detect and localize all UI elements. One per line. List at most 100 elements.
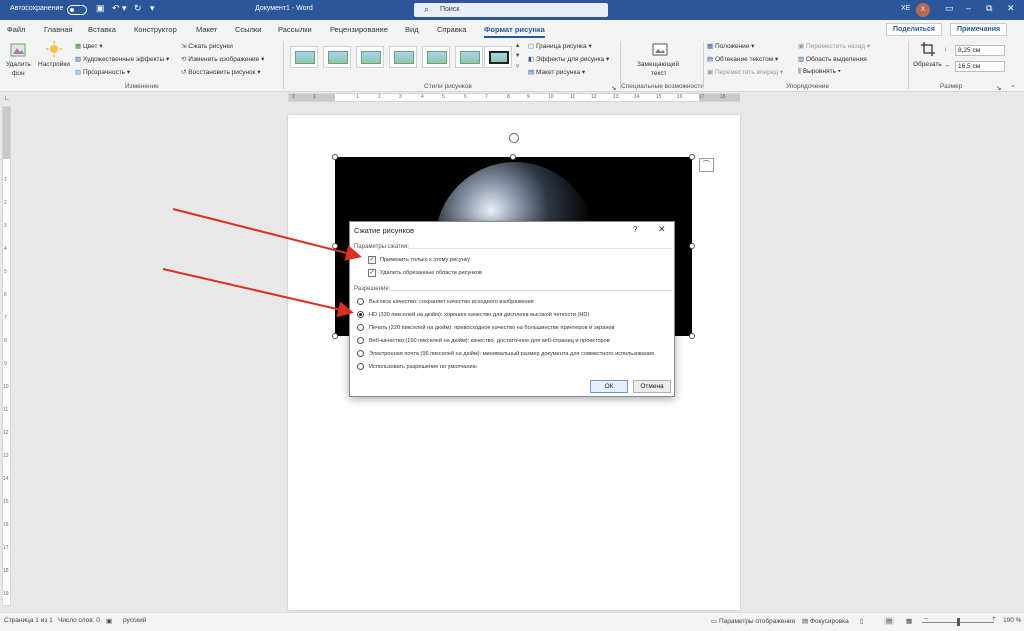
save-icon[interactable]: ▣: [96, 3, 105, 14]
position-button[interactable]: ▦ Положение ▾: [707, 42, 754, 50]
page-count[interactable]: Страница 1 из 1: [4, 617, 53, 624]
resolution-web-label[interactable]: Веб-качество (150 пикселей на дюйм): кач…: [369, 338, 610, 344]
crop-button[interactable]: Обрезать: [913, 61, 942, 68]
delete-cropped-label[interactable]: Удалить обрезанные области рисунков: [380, 270, 482, 276]
close-window-icon[interactable]: ✕: [1007, 3, 1015, 14]
picture-style-5[interactable]: [422, 46, 450, 68]
styles-scroll-up-icon[interactable]: ▴: [516, 41, 519, 49]
ok-button[interactable]: ОК: [590, 380, 628, 393]
close-icon[interactable]: ✕: [658, 224, 666, 235]
delete-cropped-checkbox[interactable]: ✓: [368, 269, 376, 277]
styles-launcher-icon[interactable]: ↘: [611, 84, 616, 92]
send-backward-button[interactable]: ▣ Переместить назад ▾: [798, 42, 870, 50]
resize-handle[interactable]: [332, 333, 338, 339]
selection-pane-button[interactable]: ▥ Область выделения: [798, 55, 867, 63]
tab-picture-format[interactable]: Формат рисунка: [484, 25, 545, 38]
vertical-ruler[interactable]: 1 2 3 4 5 6 7 8 9 10 11 12 13 14 15 16 1…: [2, 106, 11, 606]
wrap-text-button[interactable]: ▤ Обтекание текстом ▾: [707, 55, 778, 63]
comments-button[interactable]: Примечания: [950, 23, 1008, 36]
picture-style-7[interactable]: [484, 46, 512, 68]
user-initials[interactable]: ХЕ: [901, 5, 910, 12]
bring-forward-button[interactable]: ▣ Переместить вперед ▾: [707, 68, 783, 76]
picture-style-1[interactable]: [290, 46, 318, 68]
layout-options-icon[interactable]: ⌒: [699, 158, 714, 172]
resolution-print-label[interactable]: Печать (220 пикселей на дюйм): превосход…: [369, 325, 615, 331]
ribbon-display-icon[interactable]: ▭: [945, 3, 954, 14]
picture-style-3[interactable]: [356, 46, 384, 68]
apply-only-label[interactable]: Применить только к этому рисунку: [380, 257, 470, 263]
resolution-email-label[interactable]: Электронная почта (96 пикселей на дюйм):…: [369, 351, 654, 357]
resolution-default-radio[interactable]: [357, 363, 364, 370]
resolution-hd-radio[interactable]: [357, 311, 364, 318]
tab-view[interactable]: Вид: [405, 25, 419, 34]
change-picture-button[interactable]: ⟲ Изменить изображение ▾: [181, 55, 264, 63]
tab-insert[interactable]: Вставка: [88, 25, 116, 34]
redo-icon[interactable]: ↻: [134, 3, 142, 14]
align-button[interactable]: ⫼ Выровнять ▾: [798, 68, 841, 76]
resize-handle[interactable]: [332, 154, 338, 160]
transparency-button[interactable]: ▨ Прозрачность ▾: [75, 68, 130, 76]
width-field[interactable]: 16,5 см: [955, 61, 1005, 72]
tab-mailings[interactable]: Рассылки: [278, 25, 312, 34]
height-field[interactable]: 8,25 см: [955, 45, 1005, 56]
picture-border-button[interactable]: ▢ Граница рисунка ▾: [528, 42, 592, 50]
color-button[interactable]: ▦ Цвет ▾: [75, 42, 103, 50]
picture-effects-button[interactable]: ◧ Эффекты для рисунка ▾: [528, 55, 609, 63]
zoom-out-icon[interactable]: –: [924, 615, 928, 622]
remove-background-button[interactable]: Удалить: [6, 61, 31, 68]
focus-button[interactable]: ▤ Фокусировка: [802, 617, 849, 625]
reset-picture-button[interactable]: ↺ Восстановить рисунок ▾: [181, 68, 261, 76]
customize-qat-icon[interactable]: ▾: [150, 3, 155, 14]
zoom-level[interactable]: 100 %: [1003, 617, 1021, 624]
resize-handle[interactable]: [689, 243, 695, 249]
tab-selector-icon[interactable]: ∟: [4, 95, 10, 102]
display-settings-button[interactable]: ▭ Параметры отображения: [711, 617, 795, 625]
tab-help[interactable]: Справка: [437, 25, 466, 34]
picture-style-6[interactable]: [455, 46, 483, 68]
share-button[interactable]: Поделиться: [886, 23, 943, 36]
resolution-print-radio[interactable]: [357, 324, 364, 331]
language-label[interactable]: русский: [123, 617, 146, 624]
styles-scroll-down-icon[interactable]: ▾: [516, 51, 519, 59]
tab-references[interactable]: Ссылки: [235, 25, 261, 34]
artistic-effects-button[interactable]: ▧ Художественные эффекты ▾: [75, 55, 169, 63]
read-mode-icon[interactable]: ▯: [860, 617, 864, 625]
corrections-button[interactable]: Настройки: [38, 61, 70, 68]
zoom-in-icon[interactable]: +: [992, 615, 996, 622]
picture-layout-button[interactable]: ▤ Макет рисунка ▾: [528, 68, 585, 76]
search-box[interactable]: ⌕ Поиск: [414, 3, 608, 17]
resize-handle[interactable]: [689, 333, 695, 339]
restore-icon[interactable]: ⧉: [986, 3, 992, 14]
picture-style-2[interactable]: [323, 46, 351, 68]
resolution-high-radio[interactable]: [357, 298, 364, 305]
resolution-web-radio[interactable]: [357, 337, 364, 344]
autosave-toggle[interactable]: [67, 5, 87, 15]
undo-icon[interactable]: ↶: [112, 3, 120, 14]
tab-design[interactable]: Конструктор: [134, 25, 177, 34]
resolution-hd-label[interactable]: HD (330 пикселей на дюйм): хорошее качес…: [369, 312, 589, 318]
resize-handle[interactable]: [332, 243, 338, 249]
minimize-icon[interactable]: –: [966, 3, 971, 13]
word-count[interactable]: Число слов: 0: [58, 617, 100, 624]
resize-handle[interactable]: [510, 154, 516, 160]
collapse-ribbon-icon[interactable]: ⌃: [1010, 84, 1015, 92]
tab-file[interactable]: Файл: [7, 25, 25, 34]
proofing-icon[interactable]: ▣: [106, 617, 112, 625]
alt-text-button[interactable]: Замещающий: [637, 61, 679, 68]
tab-home[interactable]: Главная: [44, 25, 73, 34]
undo-dropdown-icon[interactable]: ▾: [122, 3, 127, 14]
tab-review[interactable]: Рецензирование: [330, 25, 388, 34]
zoom-slider-thumb[interactable]: [957, 618, 960, 626]
resolution-default-label[interactable]: Использовать разрешение по умолчанию: [369, 364, 477, 370]
avatar[interactable]: Х: [916, 3, 930, 17]
help-icon[interactable]: ?: [633, 225, 637, 234]
picture-style-4[interactable]: [389, 46, 417, 68]
rotate-handle[interactable]: [509, 133, 519, 143]
horizontal-ruler[interactable]: 2 1 1 2 3 4 5 6 7 8 9 10 11 12 13 14 15 …: [288, 93, 740, 102]
resolution-email-radio[interactable]: [357, 350, 364, 357]
print-layout-icon[interactable]: ▤: [884, 617, 895, 625]
cancel-button[interactable]: Отмена: [633, 380, 671, 393]
size-launcher-icon[interactable]: ↘: [996, 84, 1001, 92]
apply-only-checkbox[interactable]: ✓: [368, 256, 376, 264]
tab-layout[interactable]: Макет: [196, 25, 217, 34]
